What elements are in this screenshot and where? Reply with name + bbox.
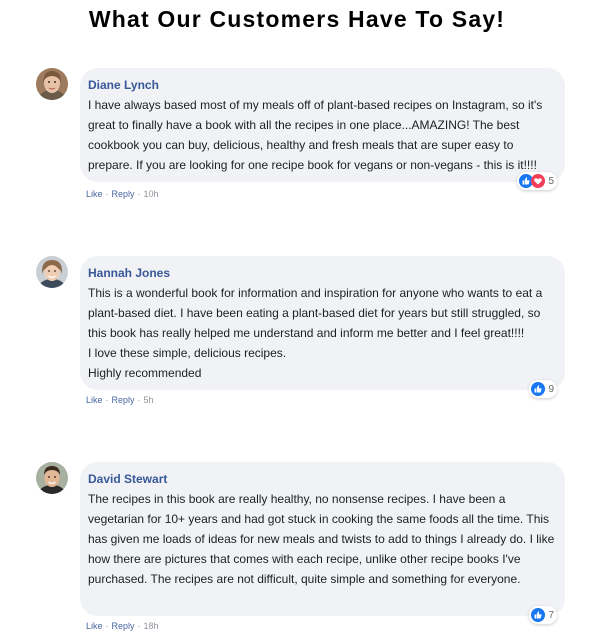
reactions[interactable]: 9 [529, 380, 557, 398]
avatar[interactable] [36, 256, 68, 288]
separator: · [137, 189, 141, 199]
comment-text: This is a wonderful book for information… [88, 286, 543, 380]
reaction-count: 9 [548, 383, 554, 395]
separator: · [137, 395, 141, 405]
comment-bubble: Diane Lynch I have always based most of … [80, 68, 565, 190]
page-title: What Our Customers Have To Say! [88, 6, 506, 32]
reactions[interactable]: 5 [517, 172, 557, 190]
separator: · [105, 189, 109, 199]
comment-actions: Like · Reply · 5h [86, 395, 154, 405]
comment-time[interactable]: 10h [144, 189, 159, 199]
reactions[interactable]: 7 [529, 606, 557, 624]
comment-bubble: Hannah Jones This is a wonderful book fo… [80, 256, 565, 398]
comment-actions: Like · Reply · 18h [86, 621, 159, 631]
comment-text: The recipes in this book are really heal… [88, 492, 555, 586]
comment-author[interactable]: David Stewart [88, 470, 557, 488]
reply-link[interactable]: Reply [112, 189, 135, 199]
reply-link[interactable]: Reply [112, 621, 135, 631]
comment-text: I have always based most of my meals off… [88, 98, 543, 172]
like-link[interactable]: Like [86, 621, 103, 631]
comment-time[interactable]: 5h [144, 395, 154, 405]
comment-actions: Like · Reply · 10h [86, 189, 159, 199]
avatar[interactable] [36, 462, 68, 494]
comment-author[interactable]: Diane Lynch [88, 76, 557, 94]
reply-link[interactable]: Reply [112, 395, 135, 405]
reaction-count: 5 [548, 175, 554, 187]
like-icon [531, 382, 546, 396]
reaction-count: 7 [548, 609, 554, 621]
like-link[interactable]: Like [86, 395, 103, 405]
comment-bubble: David Stewart The recipes in this book a… [80, 462, 565, 624]
separator: · [105, 621, 109, 631]
like-icon [531, 608, 546, 622]
separator: · [105, 395, 109, 405]
comment-author[interactable]: Hannah Jones [88, 264, 557, 282]
avatar[interactable] [36, 68, 68, 100]
comment-time[interactable]: 18h [144, 621, 159, 631]
like-link[interactable]: Like [86, 189, 103, 199]
separator: · [137, 621, 141, 631]
love-icon [531, 174, 546, 188]
